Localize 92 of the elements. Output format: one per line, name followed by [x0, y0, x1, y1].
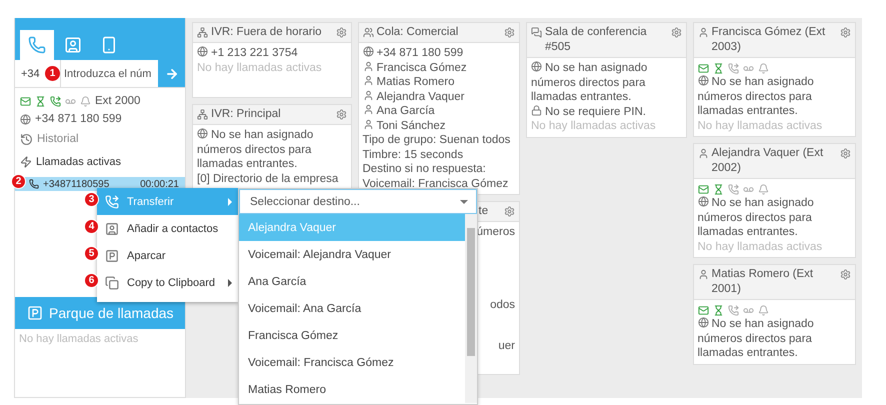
settings-icon[interactable] — [504, 206, 515, 217]
group-icon — [362, 27, 374, 38]
card-text: No hay llamadas activas — [698, 118, 824, 133]
contact-card-icon — [64, 36, 82, 54]
parking-icon — [105, 248, 119, 262]
user-icon — [362, 118, 374, 130]
network-icon — [197, 27, 208, 38]
card-text: No se han asignado números directos para llamadas entrantes. — [531, 61, 648, 104]
card-text: Destino si no respuesta: — [362, 162, 487, 176]
settings-icon[interactable] — [336, 27, 346, 38]
card-text: Alejandra Vaquer — [362, 90, 515, 104]
card-text: Francisca Gómez — [362, 60, 515, 75]
card-text: +34 871 180 599 — [362, 46, 515, 60]
parking-icon — [27, 305, 43, 321]
user-icon — [362, 90, 374, 100]
card-title: Matias Romero (Ext 2001) — [712, 267, 814, 297]
smartphone-icon — [100, 36, 118, 54]
globe-icon — [197, 128, 208, 139]
globe-icon — [698, 75, 708, 86]
caret-icon — [460, 200, 468, 204]
card-title: IVR: Fuera de horario — [211, 25, 323, 40]
globe-icon — [197, 46, 208, 57]
phone-number: +34 871 180 599 — [35, 113, 122, 125]
card-text: uer — [498, 339, 515, 354]
contact-card-icon — [105, 222, 119, 236]
menu-item[interactable]: Copy to Clipboard — [97, 269, 238, 296]
call-button[interactable] — [158, 60, 185, 87]
card-title: Cola: Comercial — [376, 25, 460, 40]
empty-message: No hay llamadas activas — [18, 332, 140, 347]
card-text: Timbre: 15 seconds — [362, 148, 464, 162]
copy-icon — [105, 276, 119, 290]
settings-icon[interactable] — [840, 148, 851, 159]
card-text: úmeros — [476, 225, 515, 240]
card-text: No hay llamadas activas — [197, 60, 323, 75]
card-text: Toni Sánchez — [362, 118, 515, 133]
globe-icon — [698, 317, 708, 328]
card-text: No se requiere PIN. — [531, 104, 682, 119]
user-icon — [362, 60, 374, 72]
card-text: Matias Romero — [362, 75, 515, 90]
call-duration: 00:00:21 — [140, 178, 179, 190]
globe-icon — [20, 114, 31, 124]
extension-label: Ext 2000 — [95, 95, 140, 107]
sidebar-tab[interactable] — [20, 30, 54, 60]
card-text: No se han asignado números directos para llamadas entrantes. — [197, 128, 314, 172]
card-text: odos — [490, 298, 515, 312]
menu-item[interactable]: Aparcar — [97, 242, 238, 269]
history-icon — [20, 132, 33, 146]
user-icon — [362, 75, 374, 86]
user-icon — [698, 27, 708, 38]
settings-icon[interactable] — [504, 27, 515, 38]
chat-icon — [531, 27, 542, 38]
card-text: Tipo de grupo: Suenan todos — [362, 133, 512, 148]
settings-icon[interactable] — [840, 27, 851, 38]
phone-icon — [28, 36, 46, 54]
card-text: No hay llamadas activas — [531, 119, 657, 134]
card-title: Francisca Gómez (Ext 2003) — [712, 25, 826, 55]
settings-icon[interactable] — [670, 27, 682, 38]
country-prefix[interactable]: +34 — [15, 60, 45, 87]
phone-icon — [29, 179, 39, 189]
card-text: No se han asignado números directos para llamadas entrantes. — [698, 317, 815, 360]
network-icon — [197, 109, 208, 120]
card-text: +1 213 221 3754 — [197, 46, 346, 60]
user-icon — [698, 148, 708, 159]
user-icon — [362, 104, 374, 115]
card-text: Voicemail: Francisca Gómez — [362, 176, 510, 191]
lock-icon — [531, 104, 542, 116]
card-text: No se han asignado números directos para llamadas entrantes. — [698, 196, 815, 240]
arrow-right-icon — [164, 66, 178, 80]
call-number: +34871180595 — [43, 178, 110, 190]
section-title: Llamadas activas — [36, 156, 121, 168]
card-text: Ana García — [362, 104, 515, 118]
card-text: No hay llamadas activas — [698, 240, 824, 254]
card-title: te — [478, 204, 490, 219]
step-badge: 1 — [45, 66, 60, 81]
step-badge: 2 — [11, 174, 26, 189]
lightning-icon — [20, 156, 32, 168]
card-title: IVR: Principal — [211, 107, 282, 122]
globe-icon — [362, 46, 374, 57]
phone-forward-icon — [105, 194, 119, 208]
card-title: Alejandra Vaquer (Ext 2002) — [712, 146, 824, 176]
menu-item[interactable]: Añadir a contactos — [97, 215, 238, 242]
globe-icon — [698, 196, 708, 207]
globe-icon — [531, 61, 542, 72]
scrollbar[interactable] — [465, 214, 477, 403]
card-title: Sala de conferencia #505 — [545, 25, 648, 55]
card-text: No se han asignado números directos para llamadas entrantes. — [698, 75, 815, 118]
user-icon — [698, 269, 708, 280]
park-title: Parque de llamadas — [49, 305, 174, 321]
settings-icon[interactable] — [336, 109, 346, 120]
settings-icon[interactable] — [840, 269, 851, 280]
history-link[interactable]: Historial — [37, 133, 79, 145]
card-text: [0] Directorio de la empresa — [197, 172, 340, 186]
